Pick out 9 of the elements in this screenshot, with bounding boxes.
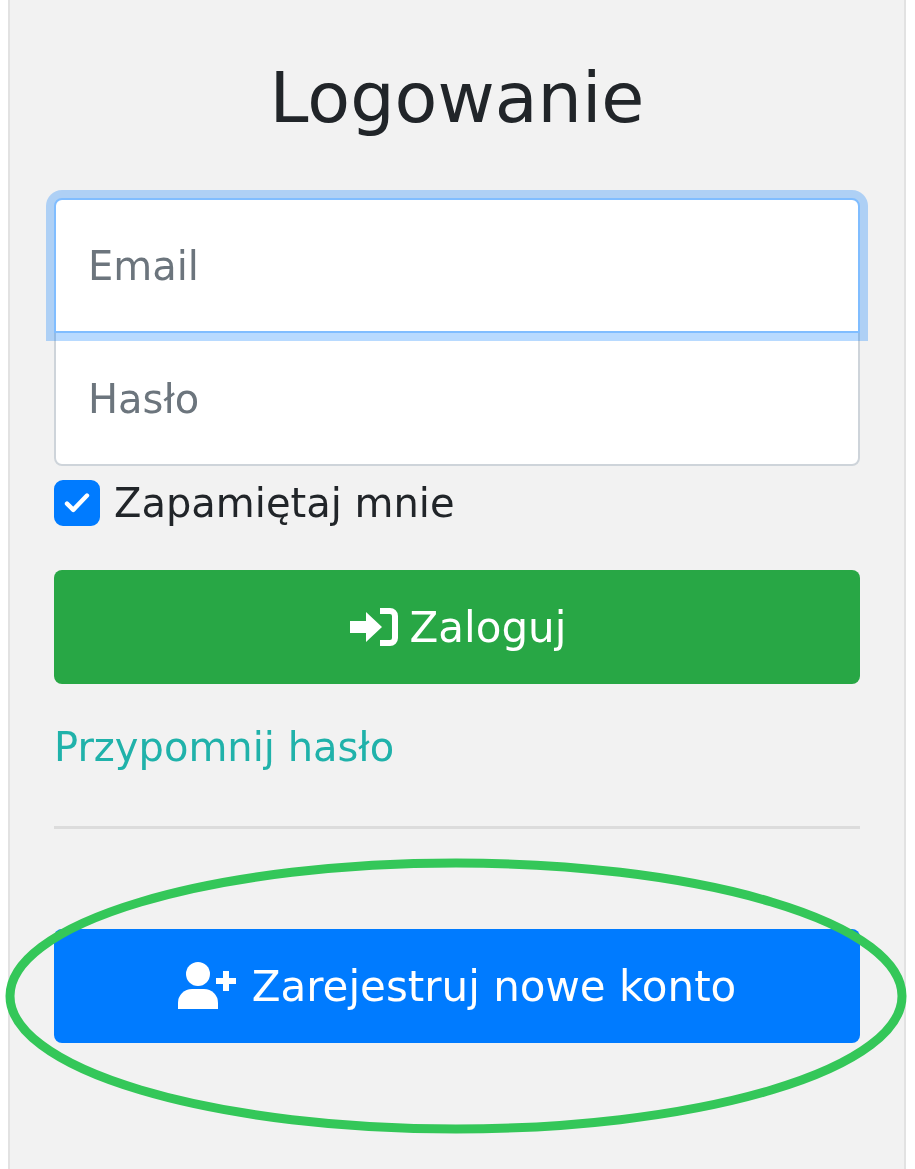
page-title: Logowanie [269, 56, 645, 141]
register-button[interactable]: Zarejestruj nowe konto [54, 929, 860, 1043]
email-field[interactable]: Email [54, 198, 860, 333]
forgot-password-link[interactable]: Przypomnij hasło [54, 724, 395, 770]
remember-label: Zapamiętaj mnie [114, 480, 455, 526]
password-field[interactable]: Hasło [54, 331, 860, 466]
sign-in-icon [347, 607, 398, 647]
login-button[interactable]: Zaloguj [54, 570, 860, 684]
remember-checkbox[interactable] [54, 480, 100, 526]
